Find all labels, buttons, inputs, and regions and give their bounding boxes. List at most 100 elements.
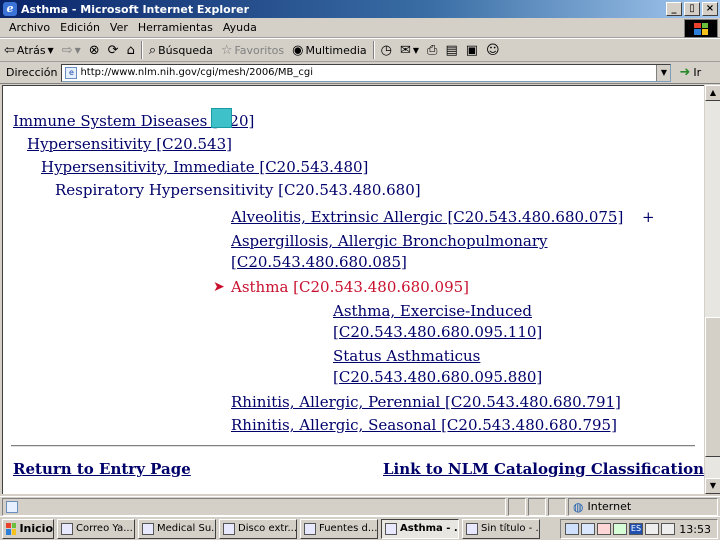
tree-item-aspergillosis-code[interactable]: [C20.543.480.680.085] (231, 253, 407, 271)
menu-edicion[interactable]: Edición (55, 21, 105, 34)
back-label: Atrás (16, 43, 46, 57)
history-button[interactable]: ◷ (377, 39, 396, 61)
go-button[interactable]: ➜ Ir (679, 65, 701, 80)
address-url[interactable]: http://www.nlm.nih.gov/cgi/mesh/2006/MB_… (80, 67, 313, 78)
task-fuentes[interactable]: Fuentes d... (300, 518, 378, 539)
tree-item-aspergillosis[interactable]: Aspergillosis, Allergic Bronchopulmonary (231, 232, 548, 250)
restore-button[interactable]: ▯ (684, 2, 700, 16)
task-asthma[interactable]: Asthma - ... (381, 518, 459, 539)
title-bar[interactable]: e Asthma - Microsoft Internet Explorer _… (0, 0, 720, 18)
forward-arrow-icon: ⇨ (61, 42, 73, 58)
task-sin-titulo[interactable]: Sin título - ... (462, 518, 540, 539)
status-segment (548, 497, 566, 516)
current-item-marker-icon: ➤ (213, 279, 225, 295)
status-segment (508, 497, 526, 516)
zone-label: Internet (587, 500, 632, 513)
scroll-down-icon[interactable]: ▼ (705, 478, 720, 494)
mail-button[interactable]: ✉ ▼ (396, 39, 423, 61)
language-indicator[interactable]: ES (629, 523, 643, 535)
address-input[interactable]: e http://www.nlm.nih.gov/cgi/mesh/2006/M… (61, 63, 672, 82)
discuss-button[interactable]: ▣ (462, 39, 482, 61)
clock[interactable]: 13:53 (679, 523, 711, 536)
toolbar-separator (140, 41, 143, 59)
menu-ver[interactable]: Ver (105, 21, 133, 34)
taskbar: Inicio Correo Ya... Medical Su... Disco … (0, 516, 720, 540)
task-correo[interactable]: Correo Ya... (57, 518, 135, 539)
tree-item-status-asthmaticus-code[interactable]: [C20.543.480.680.095.880] (333, 368, 542, 386)
word-tray-icon[interactable] (581, 523, 595, 535)
tree-item-rhinitis-seasonal[interactable]: Rhinitis, Allergic, Seasonal [C20.543.48… (231, 416, 617, 434)
home-button[interactable]: ⌂ (123, 39, 139, 61)
page-done-icon (6, 500, 18, 513)
vertical-scrollbar[interactable]: ▲ ▼ (704, 85, 720, 494)
stop-button[interactable]: ⊗ (85, 39, 104, 61)
scroll-up-icon[interactable]: ▲ (705, 85, 720, 101)
nlm-cataloging-link[interactable]: Link to NLM Cataloging Classification (383, 460, 704, 478)
paint-icon (466, 522, 478, 535)
folder-icon (223, 522, 235, 535)
antivirus-icon[interactable] (597, 523, 611, 535)
globe-icon: ◍ (573, 499, 584, 514)
forward-dropdown-icon[interactable]: ▼ (75, 44, 81, 57)
multimedia-label: Multimedia (305, 43, 367, 57)
favorites-button[interactable]: ☆ Favoritos (217, 39, 288, 61)
system-tray: ES 13:53 (560, 519, 718, 539)
tree-item-hypersensitivity-immediate[interactable]: Hypersensitivity, Immediate [C20.543.480… (41, 158, 368, 176)
tree-item-respiratory-hypersensitivity: Respiratory Hypersensitivity [C20.543.48… (55, 181, 421, 199)
ie-logo-icon: e (3, 2, 17, 16)
tree-item-asthma-exercise-induced[interactable]: Asthma, Exercise-Induced (333, 302, 532, 320)
address-dropdown-icon[interactable]: ▼ (656, 64, 671, 81)
menu-herramientas[interactable]: Herramientas (133, 21, 218, 34)
back-arrow-icon: ⇦ (4, 42, 15, 58)
start-label: Inicio (19, 522, 53, 535)
close-button[interactable]: × (702, 2, 718, 16)
messenger-button[interactable]: ☺ (482, 39, 504, 61)
address-label: Dirección (6, 66, 58, 79)
discuss-icon: ▣ (465, 42, 479, 58)
print-button[interactable]: ⎙ (423, 39, 441, 61)
expand-plus-icon[interactable]: + (642, 208, 655, 226)
multimedia-button[interactable]: ◉ Multimedia (288, 39, 371, 61)
go-label: Ir (693, 66, 702, 79)
tree-item-alveolitis[interactable]: Alveolitis, Extrinsic Allergic [C20.543.… (231, 208, 623, 226)
refresh-icon: ⟳ (107, 42, 119, 58)
mail-dropdown-icon[interactable]: ▼ (413, 44, 419, 57)
menu-ayuda[interactable]: Ayuda (218, 21, 262, 34)
display-icon[interactable] (661, 523, 675, 535)
return-to-entry-link[interactable]: Return to Entry Page (13, 460, 191, 478)
tree-item-rhinitis-perennial[interactable]: Rhinitis, Allergic, Perennial [C20.543.4… (231, 393, 621, 411)
windows-logo-icon (684, 19, 718, 38)
home-icon: ⌂ (126, 42, 135, 58)
back-dropdown-icon[interactable]: ▼ (48, 44, 54, 57)
network-icon[interactable] (565, 523, 579, 535)
tree-item-status-asthmaticus[interactable]: Status Asthmaticus (333, 347, 480, 365)
search-label: Búsqueda (158, 43, 213, 57)
security-zone: ◍ Internet (568, 497, 718, 516)
search-button[interactable]: ⌕ Búsqueda (145, 39, 217, 61)
task-disco[interactable]: Disco extr... (219, 518, 297, 539)
task-medical[interactable]: Medical Su... (138, 518, 216, 539)
tree-item-hypersensitivity[interactable]: Hypersensitivity [C20.543] (27, 135, 232, 153)
status-bar: ◍ Internet (0, 496, 720, 516)
volume-icon[interactable] (645, 523, 659, 535)
forward-button[interactable]: ⇨ ▼ (58, 39, 85, 61)
app-icon (61, 522, 73, 535)
task-label: Asthma - ... (400, 523, 459, 534)
messenger-tray-icon[interactable] (613, 523, 627, 535)
refresh-button[interactable]: ⟳ (104, 39, 123, 61)
scroll-thumb[interactable] (705, 317, 720, 457)
start-button[interactable]: Inicio (2, 518, 54, 539)
multimedia-icon: ◉ (292, 42, 304, 58)
toolbar-separator (372, 41, 375, 59)
word-icon (304, 522, 316, 535)
back-button[interactable]: ⇦ Atrás ▼ (0, 39, 58, 61)
tree-item-asthma-exercise-induced-code[interactable]: [C20.543.480.680.095.110] (333, 323, 542, 341)
toolbar: ⇦ Atrás ▼ ⇨ ▼ ⊗ ⟳ ⌂ ⌕ Búsqueda ☆ Favorit… (0, 38, 720, 62)
page-icon: e (65, 66, 78, 79)
menu-archivo[interactable]: Archivo (4, 21, 55, 34)
minimize-button[interactable]: _ (666, 2, 682, 16)
edit-icon: ▤ (445, 42, 458, 58)
edit-button[interactable]: ▤ (441, 39, 461, 61)
task-label: Correo Ya... (76, 523, 133, 534)
favorites-icon: ☆ (220, 42, 233, 58)
